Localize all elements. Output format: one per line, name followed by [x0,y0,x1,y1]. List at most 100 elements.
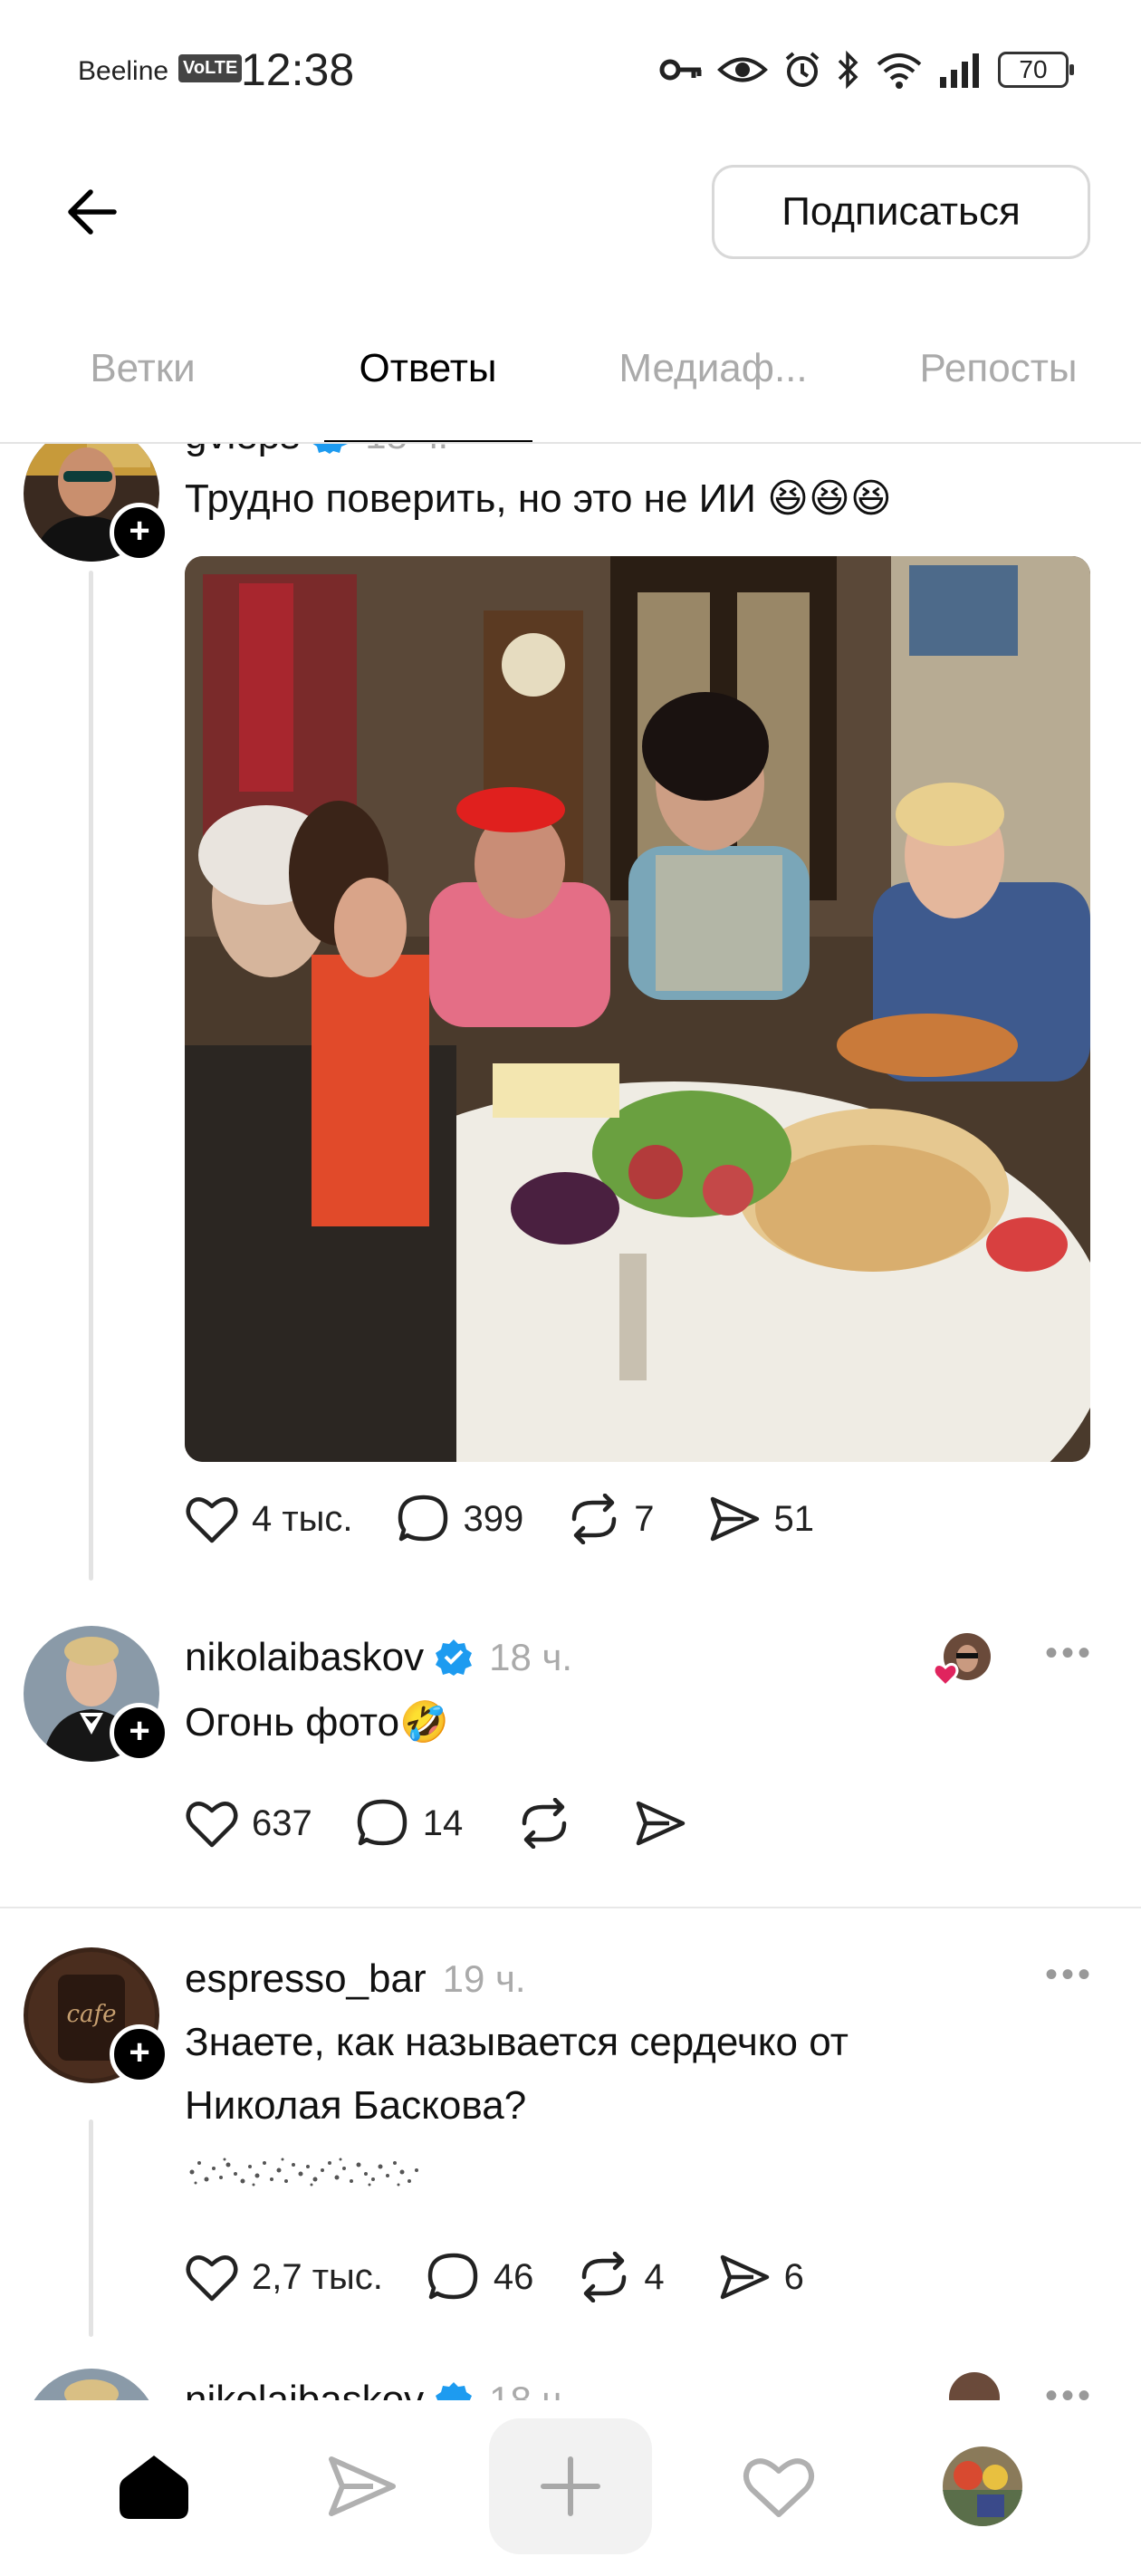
wifi-icon [877,53,922,89]
username[interactable]: espresso_bar [185,1956,427,2001]
heart-icon [743,2458,814,2517]
send-icon [710,1496,759,1542]
post-time: 19 ч. [442,1957,526,2000]
like-count: 4 тыс. [252,1498,353,1539]
repost-button[interactable]: 7 [567,1494,655,1544]
more-options-icon[interactable]: ••• [1045,1633,1094,1674]
tab-threads-label: Ветки [90,346,196,390]
avatar[interactable]: cafe + [24,1947,169,2084]
like-button[interactable]: 2,7 тыс. [185,2252,383,2302]
post-header: nikolaibaskov 18 ч. [185,1635,572,1680]
home-icon [120,2456,188,2519]
post-gvleps[interactable]: + gvleps 18 ч. ••• Трудно поверить, но эт… [0,444,1141,1585]
avatar-image [24,2369,159,2400]
username[interactable]: nikolaibaskov [185,1635,424,1679]
repost-icon [523,1798,567,1849]
nav-activity-send[interactable] [281,2418,444,2554]
follow-plus-icon[interactable]: + [110,1703,169,1763]
follow-plus-icon[interactable]: + [110,503,169,562]
share-count: 51 [773,1498,815,1539]
replies-feed[interactable]: + gvleps 18 ч. ••• Трудно поверить, но эт… [0,444,1141,2400]
liked-by-author-avatar [931,1629,994,1693]
system-icons: 70 [659,47,1074,92]
nav-activity[interactable] [697,2418,860,2554]
post-nikolaibaskov[interactable]: + nikolaibaskov 18 ч. ••• Огонь фото🤣 637… [0,1626,1141,1889]
bluetooth-icon [838,50,858,90]
signal-icon [940,53,979,88]
back-button[interactable] [58,179,123,245]
more-options-icon[interactable]: ••• [1045,2376,1094,2400]
tab-replies[interactable]: Ответы [285,326,570,444]
nav-home[interactable] [72,2418,235,2554]
reply-count: 14 [422,1802,464,1843]
comment-icon [427,2253,478,2300]
post-espresso-bar[interactable]: cafe + espresso_bar 19 ч. ••• Знаете, как… [0,1947,1141,2373]
status-bar: Beeline VoLTE 12:38 70 [0,0,1141,145]
like-button[interactable]: 637 [185,1798,312,1849]
subscribe-button[interactable]: Подписаться [712,165,1090,259]
volte-badge: VoLTE [178,54,243,82]
like-button[interactable]: 4 тыс. [185,1494,353,1544]
tab-media-label: Медиаф... [618,346,808,390]
thread-line [89,2119,93,2337]
comment-icon [357,1799,407,1846]
repost-count: 7 [634,1498,655,1539]
reply-count: 46 [493,2256,534,2297]
liked-by-author-avatar [949,2372,1000,2400]
reply-button[interactable]: 46 [427,2252,534,2302]
share-button[interactable]: 51 [707,1494,815,1544]
verified-icon [436,2382,473,2400]
post-photo[interactable] [185,556,1090,1462]
svg-text:cafe: cafe [66,2001,116,2028]
bottom-navigation [0,2400,1141,2576]
post-time: 18 ч. [489,1636,573,1678]
post-nikolaibaskov-2[interactable]: nikolaibaskov 18 ч. ••• [0,2369,1141,2400]
more-options-icon[interactable]: ••• [1045,444,1094,452]
key-icon [659,59,702,81]
post-actions: 2,7 тыс. 46 4 6 [185,2250,804,2304]
tab-threads[interactable]: Ветки [0,326,285,444]
nav-profile[interactable] [901,2418,1064,2554]
alarm-icon [785,52,820,87]
send-icon [329,2456,396,2516]
post-text-line-2: Николая Баскова? [185,2083,527,2128]
verified-icon [436,1639,473,1676]
username[interactable]: gvleps [185,444,300,457]
battery-icon: 70 [998,52,1074,88]
profile-tabs: Ветки Ответы Медиаф... Репосты [0,326,1141,444]
repost-button[interactable] [517,1798,584,1849]
reply-button[interactable]: 399 [397,1494,523,1544]
photo-image [185,556,1090,1462]
post-actions: 637 14 [185,1796,700,1850]
username[interactable]: nikolaibaskov [185,2378,424,2400]
tab-reposts[interactable]: Репосты [856,326,1141,444]
share-button[interactable] [633,1798,700,1849]
post-text: Трудно поверить, но это не ИИ 😆😆😆 [185,476,892,521]
post-header: gvleps 18 ч. [185,444,448,458]
send-icon [637,1801,686,1846]
avatar[interactable]: + [24,1626,169,1763]
avatar[interactable]: + [24,444,169,562]
post-text-line-1: Знаете, как называется сердечко от [185,2020,849,2064]
comment-icon [398,1495,447,1542]
avatar[interactable] [24,2369,159,2400]
post-header: nikolaibaskov 18 ч. [185,2378,572,2400]
tab-replies-label: Ответы [359,346,497,390]
repost-icon [572,1494,617,1544]
thread-line [89,571,93,1581]
tab-reposts-label: Репосты [919,346,1078,390]
send-icon [720,2254,769,2300]
repost-button[interactable]: 4 [577,2252,665,2302]
follow-plus-icon[interactable]: + [110,2024,169,2084]
spoiler-text[interactable] [187,2154,422,2190]
back-arrow-icon [68,189,117,235]
tab-media[interactable]: Медиаф... [570,326,856,444]
post-time: 18 ч. [489,2379,573,2400]
more-options-icon[interactable]: ••• [1045,1955,1094,1995]
nav-create[interactable] [489,2418,652,2554]
share-button[interactable]: 6 [717,2252,804,2302]
heart-icon [186,2255,238,2302]
reply-button[interactable]: 14 [356,1798,464,1849]
post-text: Огонь фото🤣 [185,1700,449,1745]
eye-icon [717,57,768,82]
